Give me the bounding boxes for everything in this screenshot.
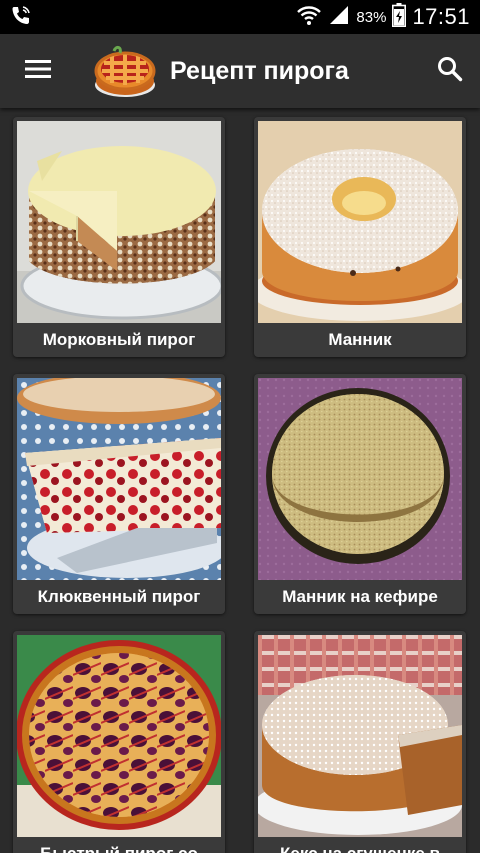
recipe-label: Манник (328, 330, 392, 349)
recipe-card[interactable]: Морковный пирог (13, 117, 225, 357)
wifi-icon (296, 4, 322, 31)
app-bar: Рецепт пирога (0, 34, 480, 108)
recipe-photo-condensed-milk-cake (258, 635, 462, 837)
status-bar: 83% 17:51 (0, 0, 480, 34)
recipe-label: Быстрый пирог со (13, 837, 225, 853)
recipe-photo-quick-pie (17, 635, 221, 837)
battery-icon (392, 2, 407, 32)
signal-icon (328, 4, 350, 31)
recipe-photo-mannik (258, 121, 462, 323)
phone-icon (10, 4, 32, 31)
menu-button[interactable] (0, 34, 76, 108)
recipe-card[interactable]: Быстрый пирог со (13, 631, 225, 853)
recipe-photo-carrot-cake (17, 121, 221, 323)
recipe-card[interactable]: Клюквенный пирог (13, 374, 225, 614)
recipe-grid: Морковный пирог Манник Клюквенный пирог … (0, 108, 480, 853)
battery-percent: 83% (356, 8, 387, 26)
recipe-card[interactable]: Манник (254, 117, 466, 357)
pie-logo-icon (92, 41, 158, 101)
app-title: Рецепт пирога (170, 56, 349, 85)
recipe-card[interactable]: Кекс на сгущенке в (254, 631, 466, 853)
search-icon (437, 56, 463, 87)
recipe-photo-cranberry-pie (17, 378, 221, 580)
recipe-label: Морковный пирог (42, 330, 196, 349)
recipe-label: Клюквенный пирог (37, 587, 201, 606)
menu-icon (24, 58, 52, 85)
status-time: 17:51 (412, 4, 470, 29)
recipe-photo-mannik-kefir (258, 378, 462, 580)
search-button[interactable] (420, 34, 480, 108)
recipe-card[interactable]: Манник на кефире (254, 374, 466, 614)
recipe-label: Манник на кефире (282, 587, 438, 606)
recipe-label: Кекс на сгущенке в (254, 837, 466, 853)
